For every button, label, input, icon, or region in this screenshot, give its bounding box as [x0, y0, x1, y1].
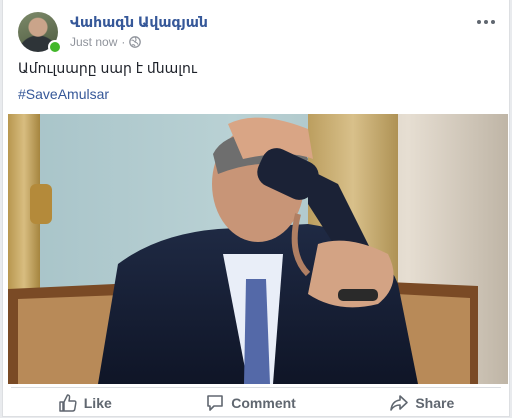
- action-bar: Like Comment Share: [11, 387, 501, 418]
- comment-icon: [207, 395, 224, 411]
- post-card: Վահագն Ավագյան Just now · Ամուլսարը սար …: [2, 0, 510, 417]
- comment-button[interactable]: Comment: [205, 393, 296, 413]
- post-meta: Just now ·: [70, 35, 142, 49]
- post-text: Ամուլսարը սար է մնալու: [18, 60, 198, 76]
- globe-icon[interactable]: [129, 36, 142, 48]
- timestamp[interactable]: Just now: [70, 35, 117, 49]
- hashtag-link[interactable]: #SaveAmulsar: [18, 86, 109, 102]
- share-icon: [390, 395, 409, 411]
- post-photo[interactable]: [8, 114, 508, 384]
- comment-label: Comment: [231, 395, 296, 411]
- meta-separator: ·: [121, 35, 126, 49]
- like-button[interactable]: Like: [58, 393, 112, 413]
- online-status-icon: [48, 40, 62, 54]
- like-label: Like: [83, 395, 112, 411]
- post-header: Վահագն Ավագյան Just now ·: [18, 12, 498, 54]
- thumbs-up-icon: [59, 394, 77, 412]
- share-button[interactable]: Share: [389, 393, 454, 413]
- share-label: Share: [415, 395, 455, 411]
- author-name[interactable]: Վահագն Ավագյան: [70, 14, 208, 31]
- more-options-icon[interactable]: [476, 14, 496, 30]
